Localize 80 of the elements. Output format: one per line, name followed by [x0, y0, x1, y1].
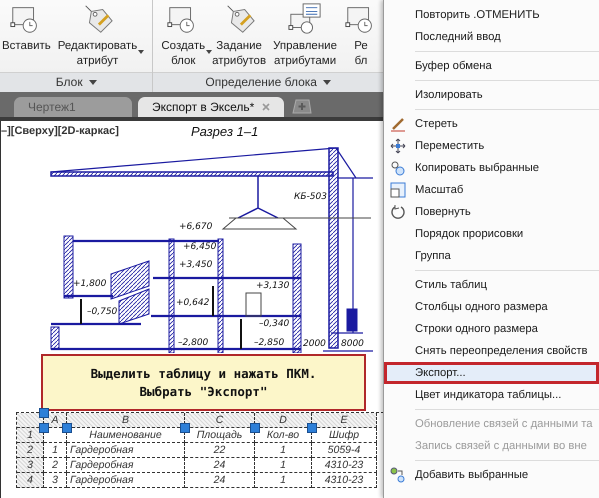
rotate-icon: [390, 204, 406, 220]
table-cell: 24: [185, 473, 255, 488]
close-icon[interactable]: [262, 103, 270, 111]
elevation-label: –2,850: [254, 338, 284, 348]
menu-item[interactable]: Строки одного размера: [384, 318, 599, 340]
menu-item[interactable]: Масштаб: [384, 179, 599, 201]
table-cell: 1: [255, 443, 312, 458]
menu-item[interactable]: Стиль таблиц: [384, 274, 599, 296]
panel-title[interactable]: Определение блока: [153, 72, 383, 92]
scale-icon: [390, 182, 406, 198]
brush-icon: [390, 116, 406, 132]
add-selected-icon: [390, 467, 406, 483]
table-cell: 2: [44, 458, 67, 473]
block-list-icon: [288, 2, 322, 36]
menu-item[interactable]: Буфер обмена: [384, 55, 599, 77]
menu-item[interactable]: Изолировать: [384, 84, 599, 106]
column-letter: B: [67, 413, 185, 428]
table-cell: 22: [185, 443, 255, 458]
column-letter: E: [312, 413, 377, 428]
table-cell: 1: [255, 473, 312, 488]
viewport-label[interactable]: –][Сверху][2D-каркас]: [1, 125, 191, 137]
elevation-label: +1,800: [73, 279, 106, 289]
row-number: 3: [17, 458, 44, 473]
copy-circles-icon: [390, 160, 406, 176]
menu-item[interactable]: Переместить: [384, 135, 599, 157]
row-number: 4: [17, 473, 44, 488]
panel-title[interactable]: Блок: [0, 72, 152, 92]
elevation-label: +3,450: [179, 260, 212, 270]
ribbon-button[interactable]: Создать блок: [159, 2, 210, 69]
dimension-label: 8000: [341, 339, 364, 349]
menu-item[interactable]: Цвет индикатора таблицы...: [384, 384, 599, 406]
elevation-label: –0,750: [87, 307, 118, 317]
menu-item[interactable]: Группа: [384, 245, 599, 267]
menu-item[interactable]: Столбцы одного размера: [384, 296, 599, 318]
menu-item[interactable]: Снять переопределения свойств: [384, 340, 599, 362]
table-cell: Гардеробная: [67, 443, 185, 458]
crane-label: КБ-503: [294, 192, 327, 202]
menu-item[interactable]: Порядок прорисовки: [384, 223, 599, 245]
elevation-label: +0,642: [176, 298, 210, 308]
move-icon: [390, 138, 406, 154]
elevation-label: +3,130: [256, 281, 290, 291]
ribbon-button[interactable]: Ре бл: [342, 2, 383, 69]
elevation-label: –0,340: [259, 319, 290, 329]
ribbon-button[interactable]: Управление атрибутами: [271, 2, 342, 69]
elevation-label: +6,450: [183, 242, 216, 252]
ribbon-button[interactable]: Задание атрибутов: [210, 2, 272, 69]
menu-item[interactable]: Копировать выбранные: [384, 157, 599, 179]
table-cell: 1: [255, 458, 312, 473]
table-cell: Гардеробная: [67, 458, 185, 473]
table-cell: 5059-4: [312, 443, 377, 458]
instruction-text: Выбрать "Экспорт": [140, 384, 268, 399]
menu-item[interactable]: Последний ввод: [384, 26, 599, 48]
grip-handle[interactable]: [307, 423, 317, 433]
table-cell: 4310-23: [312, 458, 377, 473]
grip-handle[interactable]: [180, 423, 190, 433]
grip-handle[interactable]: [250, 423, 260, 433]
menu-item[interactable]: Повернуть: [384, 201, 599, 223]
elevation-label: –2,800: [178, 338, 208, 348]
drawing-tab[interactable]: Экспорт в Эксель*: [138, 97, 284, 117]
table-cell: Гардеробная: [67, 473, 185, 488]
table-cell: 3: [44, 473, 67, 488]
menu-item[interactable]: Повторить .ОТМЕНИТЬ: [384, 4, 599, 26]
grip-handle[interactable]: [62, 423, 72, 433]
table-cell: 24: [185, 458, 255, 473]
elevation-label: +6,670: [179, 222, 212, 232]
new-tab-icon[interactable]: [290, 98, 312, 114]
row-number: 2: [17, 443, 44, 458]
instruction-text: Выделить таблицу и нажать ПКМ.: [90, 366, 316, 381]
ribbon-button[interactable]: Вставить: [0, 2, 56, 54]
table-cell: 1: [44, 443, 67, 458]
column-letter: C: [185, 413, 255, 428]
dimension-label: 2000: [303, 339, 326, 349]
menu-item[interactable]: Экспорт...: [384, 362, 599, 384]
menu-item[interactable]: Стереть: [384, 113, 599, 135]
column-letter: D: [255, 413, 312, 428]
ribbon-button[interactable]: Редактировать атрибут: [56, 2, 142, 69]
row-number: 1: [17, 428, 44, 443]
table-cell: 4310-23: [312, 473, 377, 488]
menu-item[interactable]: Добавить выбранные: [384, 464, 599, 486]
section-title: Разрез 1–1: [191, 124, 258, 138]
